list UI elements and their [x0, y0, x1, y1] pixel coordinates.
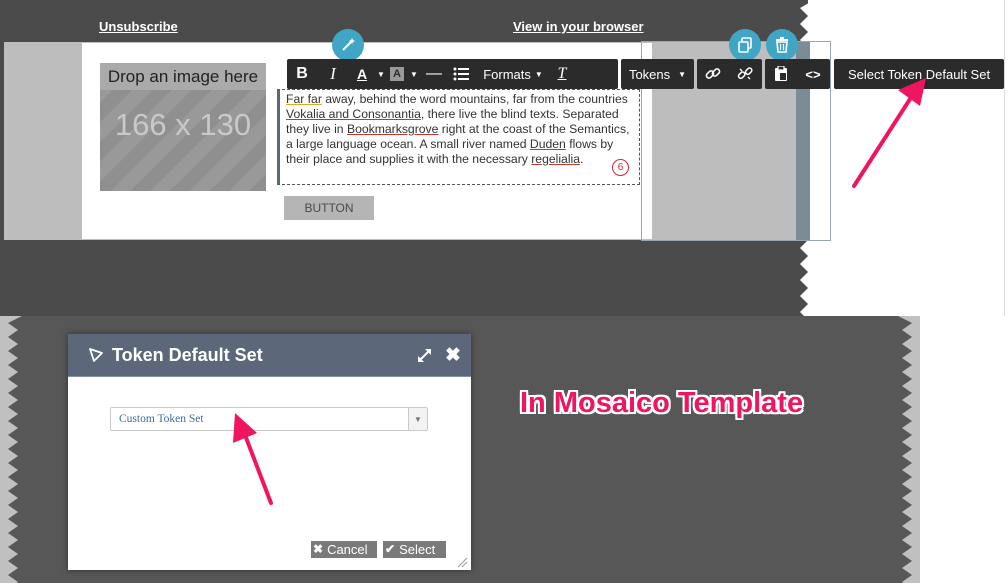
chevron-down-icon[interactable]: ▼ [375, 59, 387, 89]
annotation-arrow [852, 78, 926, 188]
expand-icon[interactable] [417, 348, 432, 363]
text-editor-block[interactable]: Far far away, behind the word mountains,… [277, 89, 640, 185]
resize-handle-icon[interactable] [456, 556, 468, 568]
zigzag-edge [0, 316, 22, 588]
check-icon: ✔ [385, 542, 396, 556]
paste-icon[interactable] [765, 59, 797, 89]
duplicate-icon [738, 37, 752, 53]
dialog-title: Token Default Set [112, 345, 263, 365]
chevron-down-icon: ▼ [678, 69, 687, 79]
link-toolbar [697, 59, 762, 89]
select-button[interactable]: ✔ Select [383, 541, 446, 558]
annotation-arrow [233, 413, 273, 505]
delete-block-button[interactable] [766, 29, 798, 61]
cancel-label: Cancel [327, 542, 368, 557]
formats-dropdown[interactable]: Formats ▼ [475, 59, 551, 89]
annotation-label: In Mosaico Template [520, 387, 804, 419]
spellcheck-counter-badge[interactable]: 6 [612, 159, 629, 176]
formats-label: Formats [483, 66, 531, 82]
duplicate-block-button[interactable] [729, 29, 761, 61]
spellcheck-word: regelialia [531, 152, 581, 166]
formatting-toolbar: B I A ▼ A ▼ — Formats ▼ T [287, 59, 618, 89]
source-code-icon[interactable]: <> [797, 59, 829, 89]
tokens-dropdown[interactable]: Tokens ▼ [621, 59, 694, 89]
link-icon[interactable] [697, 59, 729, 89]
magic-wand-icon [342, 38, 355, 51]
clear-formatting-icon[interactable]: T [551, 59, 573, 89]
image-placeholder[interactable]: Drop an image here 166 x 130 [100, 63, 266, 191]
background-color-icon[interactable]: A [387, 59, 407, 89]
unsubscribe-link[interactable]: Unsubscribe [99, 19, 178, 34]
tokens-label: Tokens [628, 66, 671, 82]
spellcheck-word: Duden [529, 137, 566, 151]
chevron-down-icon: ▼ [534, 69, 543, 79]
spellcheck-word: Vokalia and Consonantia [286, 107, 421, 121]
horizontal-rule-icon[interactable]: — [421, 59, 447, 89]
paste-code-toolbar: <> [765, 59, 830, 89]
trash-icon [776, 37, 788, 53]
close-icon[interactable]: ✖ [445, 344, 461, 367]
text-segment: away, behind the word mountains, far fro… [321, 92, 628, 106]
text-color-icon[interactable]: A [349, 59, 375, 89]
image-size-label: 166 x 130 [114, 107, 252, 142]
magic-wand-button[interactable] [332, 29, 364, 61]
text-segment: . [580, 152, 584, 166]
triangle-icon [89, 348, 103, 362]
zigzag-edge [898, 316, 920, 588]
bold-icon[interactable]: B [287, 59, 317, 89]
chevron-down-icon[interactable]: ▼ [407, 59, 421, 89]
select-label: Select [399, 542, 436, 557]
close-icon: ✖ [313, 542, 324, 556]
italic-icon[interactable]: I [317, 59, 349, 89]
divider [1004, 0, 1005, 316]
cancel-button[interactable]: ✖ Cancel [311, 541, 377, 558]
text-segment: Far far [286, 92, 322, 106]
spellcheck-word: Bookmarksgrove [346, 122, 439, 136]
dialog-header[interactable]: Token Default Set ✖ [68, 334, 471, 377]
token-set-select-value: Custom Token Set [119, 413, 204, 425]
unlink-icon[interactable] [729, 59, 761, 89]
view-in-browser-link[interactable]: View in your browser [513, 19, 644, 34]
email-cta-button[interactable]: BUTTON [284, 196, 374, 220]
image-drop-caption: Drop an image here [100, 63, 266, 90]
bullet-list-icon[interactable] [447, 59, 475, 89]
chevron-down-icon[interactable]: ▼ [408, 408, 427, 430]
